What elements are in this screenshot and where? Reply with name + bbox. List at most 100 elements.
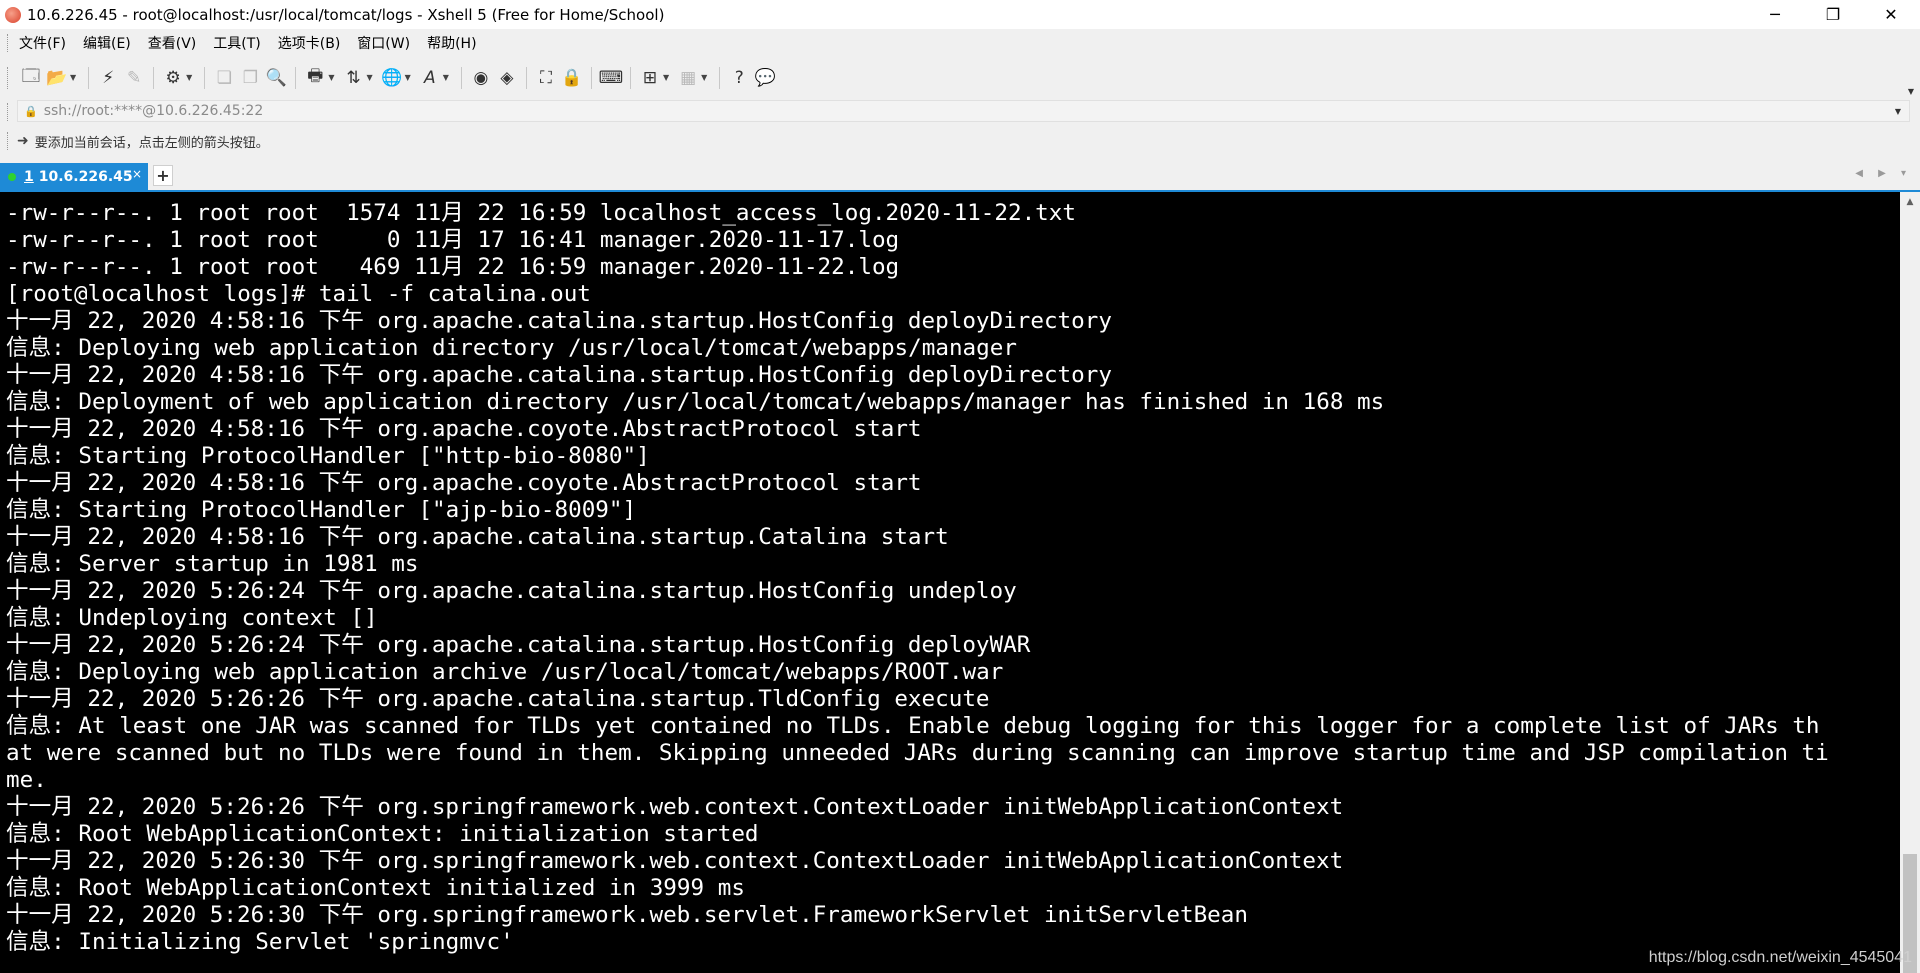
lock-icon: 🔒 [24, 104, 38, 118]
tab-close-icon[interactable]: × [132, 167, 142, 181]
help-icon[interactable]: ? [728, 67, 750, 89]
properties-icon[interactable]: ⚙ [162, 67, 184, 89]
address-field[interactable]: 🔒 ssh://root:****@10.6.226.45:22 ▼ [17, 100, 1910, 122]
terminal-line: 十一月 22, 2020 4:58:16 下午 org.apache.coyot… [6, 470, 922, 496]
menu-tools[interactable]: 工具(T) [213, 33, 260, 53]
keyboard-icon[interactable]: ⌨ [599, 67, 624, 89]
copy-icon[interactable]: ❏ [213, 67, 235, 89]
terminal-line: 信息: Root WebApplicationContext initializ… [6, 875, 745, 901]
toolbar-separator [153, 66, 155, 89]
menu-edit[interactable]: 编辑(E) [83, 33, 131, 53]
window-controls: ─ ❐ ✕ [1746, 0, 1920, 29]
scroll-up-arrow-icon[interactable]: ▲ [1900, 192, 1920, 212]
fullscreen-icon[interactable]: ⛶ [535, 67, 557, 89]
terminal-line: 信息: Deploying web application directory … [6, 335, 1017, 361]
print-dropdown-icon[interactable]: ▼ [328, 73, 334, 82]
menu-file[interactable]: 文件(F) [19, 33, 66, 53]
terminal-line: at were scanned but no TLDs were found i… [6, 740, 1829, 766]
transfer-dropdown-icon[interactable]: ▼ [366, 73, 372, 82]
transfer-icon[interactable]: ⇅ [342, 67, 364, 89]
terminal-line: 十一月 22, 2020 5:26:26 下午 org.springframew… [6, 794, 1344, 820]
terminal-line: 信息: Server startup in 1981 ms [6, 551, 419, 577]
toolbar-separator [295, 66, 297, 89]
session-hint-bar: ➜ 要添加当前会话，点击左侧的箭头按钮。 [0, 126, 1920, 156]
session-hint-text: 要添加当前会话，点击左侧的箭头按钮。 [34, 135, 269, 151]
terminal-line: 信息: Deploying web application archive /u… [6, 659, 1004, 685]
terminal-output[interactable]: -rw-r--r--. 1 root root 1574 11月 22 16:5… [0, 192, 1900, 973]
terminal-line: 信息: At least one JAR was scanned for TLD… [6, 713, 1820, 739]
terminal-line: [root@localhost logs]# tail -f catalina.… [6, 281, 591, 307]
toolbar-grip[interactable] [7, 66, 11, 89]
terminal-line: -rw-r--r--. 1 root root 1574 11月 22 16:5… [6, 200, 1076, 226]
open-dropdown-icon[interactable]: ▼ [70, 73, 76, 82]
add-session-arrow-icon[interactable]: ➜ [17, 133, 29, 149]
hint-grip[interactable] [7, 132, 11, 150]
tab-label: 10.6.226.45 [38, 168, 133, 185]
open-folder-icon[interactable]: 📂 [46, 67, 68, 89]
xmanager-icon[interactable]: ◈ [496, 67, 518, 89]
toolbar-separator [204, 66, 206, 89]
terminal-line: -rw-r--r--. 1 root root 469 11月 22 16:59… [6, 254, 900, 280]
layout-icon[interactable]: ▦ [677, 67, 699, 89]
print-icon[interactable]: 🖶 [304, 66, 326, 89]
terminal-line: 十一月 22, 2020 5:26:26 下午 org.apache.catal… [6, 686, 990, 712]
terminal-lines: -rw-r--r--. 1 root root 1574 11月 22 16:5… [6, 200, 1829, 956]
disconnect-icon[interactable]: ✎ [123, 67, 145, 89]
tab-session-1[interactable]: 1 10.6.226.45 × [0, 163, 148, 190]
terminal-line: 信息: Undeploying context [] [6, 605, 378, 631]
connected-status-icon [8, 172, 16, 181]
paste-icon[interactable]: ❐ [239, 67, 261, 89]
properties-dropdown-icon[interactable]: ▼ [186, 73, 192, 82]
minimize-button[interactable]: ─ [1746, 0, 1804, 29]
terminal-line: 十一月 22, 2020 5:26:30 下午 org.springframew… [6, 902, 1248, 928]
menu-bar: 文件(F) 编辑(E) 查看(V) 工具(T) 选项卡(B) 窗口(W) 帮助(… [0, 29, 1920, 57]
find-icon[interactable]: 🔍 [265, 67, 287, 89]
toolbar-separator [88, 66, 90, 89]
terminal-line: 信息: Root WebApplicationContext: initiali… [6, 821, 759, 847]
tab-navigation-icon[interactable]: ◀ ▶ ▾ [1855, 168, 1912, 179]
address-dropdown-icon[interactable]: ▼ [1895, 107, 1901, 116]
terminal-scrollbar[interactable]: ▲ [1900, 192, 1920, 973]
toolbar-separator [719, 66, 721, 89]
add-icon[interactable]: ⊞ [639, 67, 661, 89]
toolbar-separator [460, 66, 462, 89]
terminal-line: 十一月 22, 2020 4:58:16 下午 org.apache.catal… [6, 308, 1112, 334]
toolbar: 🗔 📂 ▼ ⚡ ✎ ⚙ ▼ ❏ ❐ 🔍 🖶 ▼ ⇅ ▼ 🌐 ▼ A ▼ ◉ ◈ ⛶ 🔒 ⌨ … [0, 57, 1920, 98]
toolbar-separator [525, 66, 527, 89]
menu-grip[interactable] [7, 34, 11, 52]
xshell-app-icon[interactable] [5, 6, 21, 23]
terminal-line: -rw-r--r--. 1 root root 0 11月 17 16:41 m… [6, 227, 900, 253]
address-grip[interactable] [7, 103, 11, 121]
restore-button[interactable]: ❐ [1804, 0, 1862, 29]
reconnect-icon[interactable]: ⚡ [97, 67, 119, 89]
toolbar-overflow-icon[interactable]: ▼ [1908, 87, 1914, 96]
tab-strip: 1 10.6.226.45 × + ◀ ▶ ▾ [0, 156, 1920, 192]
menu-view[interactable]: 查看(V) [148, 33, 197, 53]
terminal-line: me. [6, 767, 47, 793]
terminal-line: 信息: Starting ProtocolHandler ["http-bio-… [6, 443, 650, 469]
menu-help[interactable]: 帮助(H) [427, 33, 476, 53]
chat-icon[interactable]: 💬 [754, 67, 776, 89]
new-tab-button[interactable]: + [153, 165, 173, 186]
address-value: ssh://root:****@10.6.226.45:22 [43, 103, 264, 119]
xftp-icon[interactable]: ◉ [470, 67, 492, 89]
font-dropdown-icon[interactable]: ▼ [443, 73, 449, 82]
close-button[interactable]: ✕ [1862, 0, 1920, 29]
terminal-line: 十一月 22, 2020 5:26:24 下午 org.apache.catal… [6, 578, 1017, 604]
window-title: 10.6.226.45 - root@localhost:/usr/local/… [27, 5, 665, 24]
terminal-line: 信息: Deployment of web application direct… [6, 389, 1385, 415]
address-bar: 🔒 ssh://root:****@10.6.226.45:22 ▼ [0, 98, 1920, 126]
globe-icon[interactable]: 🌐 [381, 67, 403, 89]
terminal-line: 十一月 22, 2020 5:26:30 下午 org.springframew… [6, 848, 1344, 874]
lock-icon[interactable]: 🔒 [561, 67, 583, 89]
layout-dropdown-icon[interactable]: ▼ [701, 73, 707, 82]
menu-tabs[interactable]: 选项卡(B) [278, 33, 341, 53]
new-session-icon[interactable]: 🗔 [20, 66, 42, 89]
menu-window[interactable]: 窗口(W) [357, 33, 410, 53]
font-icon[interactable]: A [419, 67, 441, 89]
terminal-line: 信息: Initializing Servlet 'springmvc' [6, 929, 514, 955]
watermark: https://blog.csdn.net/weixin_4545041 [1648, 949, 1912, 966]
terminal-line: 十一月 22, 2020 4:58:16 下午 org.apache.catal… [6, 362, 1112, 388]
globe-dropdown-icon[interactable]: ▼ [405, 73, 411, 82]
add-dropdown-icon[interactable]: ▼ [663, 73, 669, 82]
